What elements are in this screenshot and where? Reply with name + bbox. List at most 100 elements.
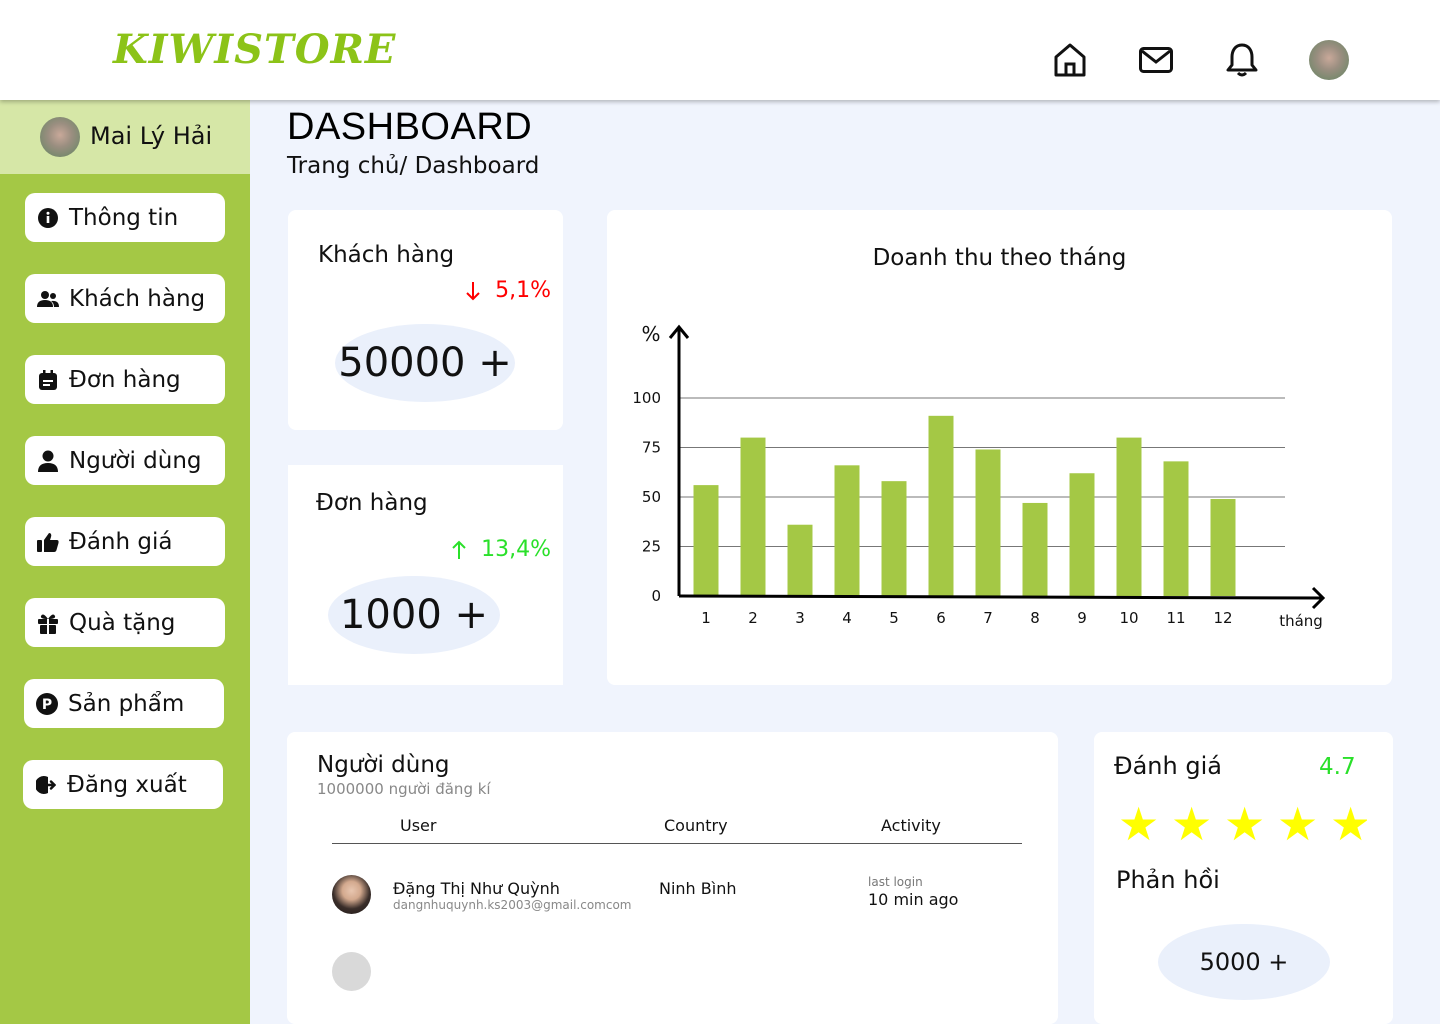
- x-tick-label: 9: [1077, 609, 1087, 627]
- stat-change-value: 13,4%: [481, 537, 551, 562]
- sidebar-item-label: Sản phẩm: [68, 690, 185, 717]
- x-axis: [678, 594, 1324, 600]
- users-subtitle: 1000000 người đăng kí: [317, 780, 491, 798]
- users-card: Người dùng 1000000 người đăng kí User Co…: [287, 732, 1058, 1024]
- rating-stars: ★ ★ ★ ★ ★: [1118, 798, 1367, 850]
- sidebar-item-orders[interactable]: Đơn hàng: [25, 355, 225, 404]
- stat-value: 1000 +: [328, 576, 500, 654]
- x-tick-label: 4: [842, 609, 852, 627]
- activity-label: last login: [868, 875, 923, 889]
- sidebar-item-label: Khách hàng: [69, 285, 206, 312]
- bar: [740, 437, 766, 596]
- home-icon[interactable]: [1052, 40, 1088, 80]
- rating-title: Đánh giá: [1114, 752, 1222, 780]
- mail-icon[interactable]: [1138, 40, 1174, 80]
- x-tick-label: 5: [889, 609, 899, 627]
- sidebar-item-label: Người dùng: [69, 447, 202, 474]
- sidebar-item-label: Đánh giá: [69, 528, 173, 555]
- logout-icon: [35, 774, 57, 796]
- rating-card: Đánh giá 4.7 ★ ★ ★ ★ ★ Phản hồi 5000 +: [1094, 732, 1393, 1024]
- stat-value: 50000 +: [335, 324, 515, 402]
- y-tick-label: 75: [642, 439, 661, 457]
- top-header: KIWISTORE: [0, 0, 1440, 100]
- rating-score: 4.7: [1319, 754, 1356, 780]
- user-email: dangnhuquynh.ks2003@gmail.comcom: [393, 898, 632, 912]
- bar: [834, 465, 860, 596]
- revenue-chart-card: Doanh thu theo tháng 0 25 50 75 100 1 2 3 4 5 6 7 8 9…: [607, 210, 1392, 685]
- x-tick-label: 12: [1213, 609, 1232, 627]
- x-tick-label: 8: [1030, 609, 1040, 627]
- stat-change-value: 5,1%: [495, 278, 551, 303]
- column-header-activity[interactable]: Activity: [881, 816, 941, 835]
- bar: [787, 524, 813, 596]
- bar: [1069, 473, 1095, 596]
- bar: [928, 415, 954, 596]
- info-icon: [37, 207, 59, 229]
- bar: [1022, 502, 1048, 596]
- column-header-country[interactable]: Country: [664, 816, 728, 835]
- profile-avatar[interactable]: [1309, 40, 1349, 80]
- star-icon: ★: [1330, 798, 1367, 850]
- y-tick-label: 0: [651, 587, 661, 605]
- bar: [975, 449, 1001, 596]
- star-icon: ★: [1277, 798, 1319, 850]
- sidebar-item-info[interactable]: Thông tin: [25, 193, 225, 242]
- breadcrumb[interactable]: Trang chủ/ Dashboard: [287, 153, 539, 179]
- x-tick-label: 2: [748, 609, 758, 627]
- sidebar-item-label: Đăng xuất: [67, 771, 187, 798]
- avatar: [332, 875, 371, 914]
- sidebar-item-customers[interactable]: Khách hàng: [25, 274, 225, 323]
- header-divider: [332, 843, 1022, 844]
- column-header-user[interactable]: User: [400, 816, 436, 835]
- sidebar-item-users[interactable]: Người dùng: [25, 436, 225, 485]
- stat-title: Khách hàng: [318, 242, 455, 268]
- revenue-bar-chart: 02550751001 2 3 4 5 6 7 8 9 10 11 12%tháng: [632, 322, 1326, 630]
- star-icon: ★: [1224, 798, 1266, 850]
- bell-icon[interactable]: [1224, 40, 1260, 80]
- page-title: DASHBOARD: [287, 106, 533, 148]
- sidebar-user[interactable]: Mai Lý Hải: [0, 100, 250, 174]
- x-tick-label: 6: [936, 609, 946, 627]
- sidebar-item-label: Đơn hàng: [69, 366, 181, 393]
- activity-value: 10 min ago: [868, 890, 959, 909]
- thumbs-up-icon: [37, 531, 59, 553]
- bar: [881, 481, 907, 596]
- bar: [1116, 437, 1142, 596]
- sidebar: Mai Lý Hải Thông tin Khách hàng Đơn hàng…: [0, 100, 250, 1024]
- sidebar-item-logout[interactable]: Đăng xuất: [23, 760, 223, 809]
- avatar-placeholder: [332, 952, 371, 991]
- stat-change: 5,1%: [465, 278, 551, 303]
- x-tick-label: 1: [701, 609, 711, 627]
- y-tick-label: 50: [642, 488, 661, 506]
- y-tick-label: 100: [632, 389, 661, 407]
- bar: [1210, 498, 1236, 596]
- x-tick-label: 10: [1119, 609, 1138, 627]
- sidebar-item-label: Quà tặng: [69, 609, 176, 636]
- y-axis-label: %: [641, 322, 660, 346]
- x-tick-label: 3: [795, 609, 805, 627]
- stat-change: 13,4%: [451, 537, 551, 562]
- brand-logo[interactable]: KIWISTORE: [113, 26, 396, 73]
- x-tick-label: 7: [983, 609, 993, 627]
- gift-icon: [37, 612, 59, 634]
- orders-stat-card: Đơn hàng 13,4% 1000 +: [288, 465, 563, 685]
- star-icon: ★: [1118, 798, 1160, 850]
- sidebar-item-ratings[interactable]: Đánh giá: [25, 517, 225, 566]
- sidebar-item-label: Thông tin: [69, 204, 179, 231]
- arrow-down-icon: [466, 281, 480, 300]
- sidebar-item-gifts[interactable]: Quà tặng: [25, 598, 225, 647]
- sidebar-item-products[interactable]: P Sản phẩm: [24, 679, 224, 728]
- star-icon: ★: [1171, 798, 1213, 850]
- x-tick-label: 11: [1166, 609, 1185, 627]
- feedback-title: Phản hồi: [1116, 866, 1220, 894]
- user-name: Đặng Thị Như Quỳnh: [393, 879, 560, 898]
- users-title: Người dùng: [317, 752, 450, 778]
- bar: [693, 485, 719, 596]
- customers-stat-card: Khách hàng 5,1% 50000 +: [288, 210, 563, 430]
- feedback-count: 5000 +: [1158, 924, 1330, 1000]
- orders-icon: [37, 369, 59, 391]
- sidebar-username: Mai Lý Hải: [90, 122, 213, 150]
- sidebar-avatar: [40, 117, 80, 157]
- product-icon: P: [36, 692, 58, 715]
- stat-title: Đơn hàng: [316, 490, 428, 516]
